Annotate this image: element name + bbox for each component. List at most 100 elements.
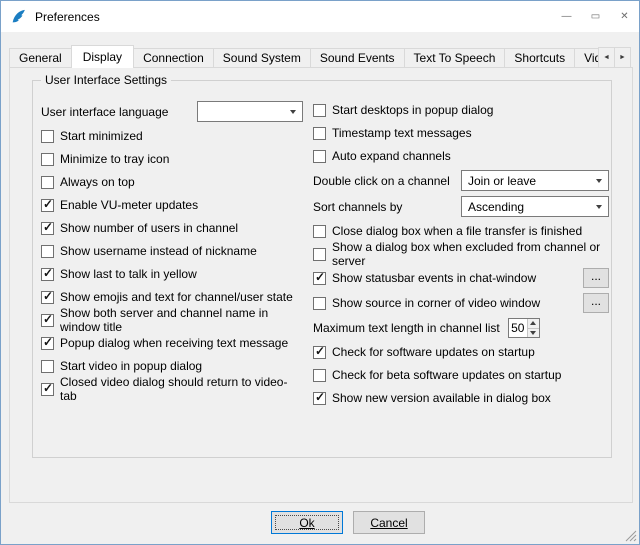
checkbox-close-on-file-transfer[interactable]: Close dialog box when a file transfer is… — [313, 222, 609, 240]
checkbox-minimize-to-tray[interactable]: Minimize to tray icon — [41, 150, 303, 168]
checkbox-label: Check for beta software updates on start… — [332, 368, 561, 382]
spin-up-button[interactable] — [528, 319, 539, 328]
checkbox-timestamp-messages[interactable]: Timestamp text messages — [313, 124, 609, 142]
checkbox-box[interactable] — [41, 291, 54, 304]
checkbox-closed-video-return-tab[interactable]: Closed video dialog should return to vid… — [41, 380, 303, 398]
app-icon — [10, 8, 27, 25]
checkbox-box[interactable] — [41, 245, 54, 258]
tab-text-to-speech[interactable]: Text To Speech — [404, 48, 506, 68]
language-row: User interface language — [41, 101, 303, 122]
chevron-up-icon — [530, 321, 536, 325]
tab-sound-events[interactable]: Sound Events — [310, 48, 405, 68]
checkbox-last-talk-yellow[interactable]: Show last to talk in yellow — [41, 265, 303, 283]
checkbox-box[interactable] — [313, 150, 326, 163]
chevron-down-icon — [596, 205, 602, 209]
checkbox-check-updates-startup[interactable]: Check for software updates on startup — [313, 343, 609, 361]
checkbox-label: Check for software updates on startup — [332, 345, 535, 359]
checkbox-label: Show a dialog box when excluded from cha… — [332, 240, 609, 268]
ellipsis-icon: ... — [591, 273, 601, 279]
checkbox-box[interactable] — [313, 297, 326, 310]
checkbox-box[interactable] — [41, 314, 54, 327]
checkbox-label: Show emojis and text for channel/user st… — [60, 290, 293, 304]
cancel-button[interactable]: Cancel — [353, 511, 425, 534]
checkbox-box[interactable] — [313, 369, 326, 382]
tab-scroll-right-button[interactable]: ► — [614, 47, 631, 68]
sort-channels-value: Ascending — [468, 200, 524, 214]
checkbox-show-user-count[interactable]: Show number of users in channel — [41, 219, 303, 237]
checkbox-box[interactable] — [313, 104, 326, 117]
checkbox-always-on-top[interactable]: Always on top — [41, 173, 303, 191]
checkbox-emojis-text-state[interactable]: Show emojis and text for channel/user st… — [41, 288, 303, 306]
checkbox-start-minimized[interactable]: Start minimized — [41, 127, 303, 145]
minimize-button[interactable]: — — [552, 1, 581, 32]
close-button[interactable]: ✕ — [610, 1, 639, 32]
user-interface-settings-group: User Interface Settings User interface l… — [32, 80, 612, 458]
checkbox-label: Show username instead of nickname — [60, 244, 257, 258]
chevron-down-icon — [290, 110, 296, 114]
checkbox-label: Timestamp text messages — [332, 126, 472, 140]
group-title: User Interface Settings — [41, 73, 171, 87]
checkbox-box[interactable] — [313, 392, 326, 405]
checkbox-label: Minimize to tray icon — [60, 152, 169, 166]
double-click-combobox[interactable]: Join or leave — [461, 170, 609, 191]
checkbox-box[interactable] — [41, 222, 54, 235]
maximize-button[interactable]: ▭ — [581, 1, 610, 32]
checkbox-server-channel-window-title[interactable]: Show both server and channel name in win… — [41, 311, 303, 329]
right-column: Start desktops in popup dialog Timestamp… — [313, 101, 609, 407]
checkbox-box[interactable] — [41, 268, 54, 281]
checkbox-video-source-corner[interactable]: Show source in corner of video window ..… — [313, 293, 609, 313]
chevron-down-icon — [596, 179, 602, 183]
checkbox-box[interactable] — [41, 337, 54, 350]
checkbox-label: Popup dialog when receiving text message — [60, 336, 288, 350]
language-label: User interface language — [41, 105, 168, 119]
checkbox-box[interactable] — [313, 346, 326, 359]
cancel-button-label: Cancel — [370, 516, 407, 530]
max-text-length-spinner[interactable]: 50 — [508, 318, 540, 338]
checkbox-auto-expand-channels[interactable]: Auto expand channels — [313, 147, 609, 165]
checkbox-box[interactable] — [41, 130, 54, 143]
checkbox-new-version-dialog[interactable]: Show new version available in dialog box — [313, 389, 609, 407]
checkbox-box[interactable] — [41, 153, 54, 166]
checkbox-box[interactable] — [41, 176, 54, 189]
checkbox-label: Start video in popup dialog — [60, 359, 202, 373]
sort-channels-label: Sort channels by — [313, 200, 402, 214]
checkbox-username-instead-nickname[interactable]: Show username instead of nickname — [41, 242, 303, 260]
checkbox-box[interactable] — [41, 383, 54, 396]
checkbox-video-popup[interactable]: Start video in popup dialog — [41, 357, 303, 375]
tab-shortcuts[interactable]: Shortcuts — [504, 48, 575, 68]
checkbox-excluded-dialog[interactable]: Show a dialog box when excluded from cha… — [313, 245, 609, 263]
tab-connection[interactable]: Connection — [133, 48, 214, 68]
checkbox-statusbar-events[interactable]: Show statusbar events in chat-window ... — [313, 268, 609, 288]
checkbox-label: Always on top — [60, 175, 135, 189]
checkbox-desktops-popup[interactable]: Start desktops in popup dialog — [313, 101, 609, 119]
left-column: User interface language Start minimized … — [41, 101, 303, 398]
checkbox-check-beta-updates[interactable]: Check for beta software updates on start… — [313, 366, 609, 384]
checkbox-vu-meter-updates[interactable]: Enable VU-meter updates — [41, 196, 303, 214]
checkbox-box[interactable] — [313, 248, 326, 261]
titlebar[interactable]: Preferences — ▭ ✕ — [1, 1, 639, 32]
preferences-dialog: Preferences — ▭ ✕ General Display Connec… — [0, 0, 640, 545]
tab-general[interactable]: General — [9, 48, 72, 68]
checkbox-box[interactable] — [313, 127, 326, 140]
spin-down-button[interactable] — [528, 328, 539, 338]
sort-channels-row: Sort channels by Ascending — [313, 196, 609, 217]
checkbox-box[interactable] — [41, 199, 54, 212]
checkbox-box[interactable] — [41, 360, 54, 373]
checkbox-box[interactable] — [313, 225, 326, 238]
statusbar-events-options-button[interactable]: ... — [583, 268, 609, 288]
ok-button-label: Ok — [299, 516, 314, 530]
sort-channels-combobox[interactable]: Ascending — [461, 196, 609, 217]
language-combobox[interactable] — [197, 101, 303, 122]
tab-sound-system[interactable]: Sound System — [213, 48, 311, 68]
tab-display[interactable]: Display — [71, 45, 134, 68]
tab-scroll-left-button[interactable]: ◄ — [598, 47, 615, 68]
video-source-options-button[interactable]: ... — [583, 293, 609, 313]
ellipsis-icon: ... — [591, 298, 601, 304]
ok-button[interactable]: Ok — [271, 511, 343, 534]
spinner-value: 50 — [509, 319, 527, 337]
resize-grip[interactable] — [625, 530, 637, 542]
checkbox-popup-text-message[interactable]: Popup dialog when receiving text message — [41, 334, 303, 352]
checkbox-box[interactable] — [313, 272, 326, 285]
checkbox-label: Show last to talk in yellow — [60, 267, 197, 281]
tab-bar: General Display Connection Sound System … — [9, 45, 633, 68]
